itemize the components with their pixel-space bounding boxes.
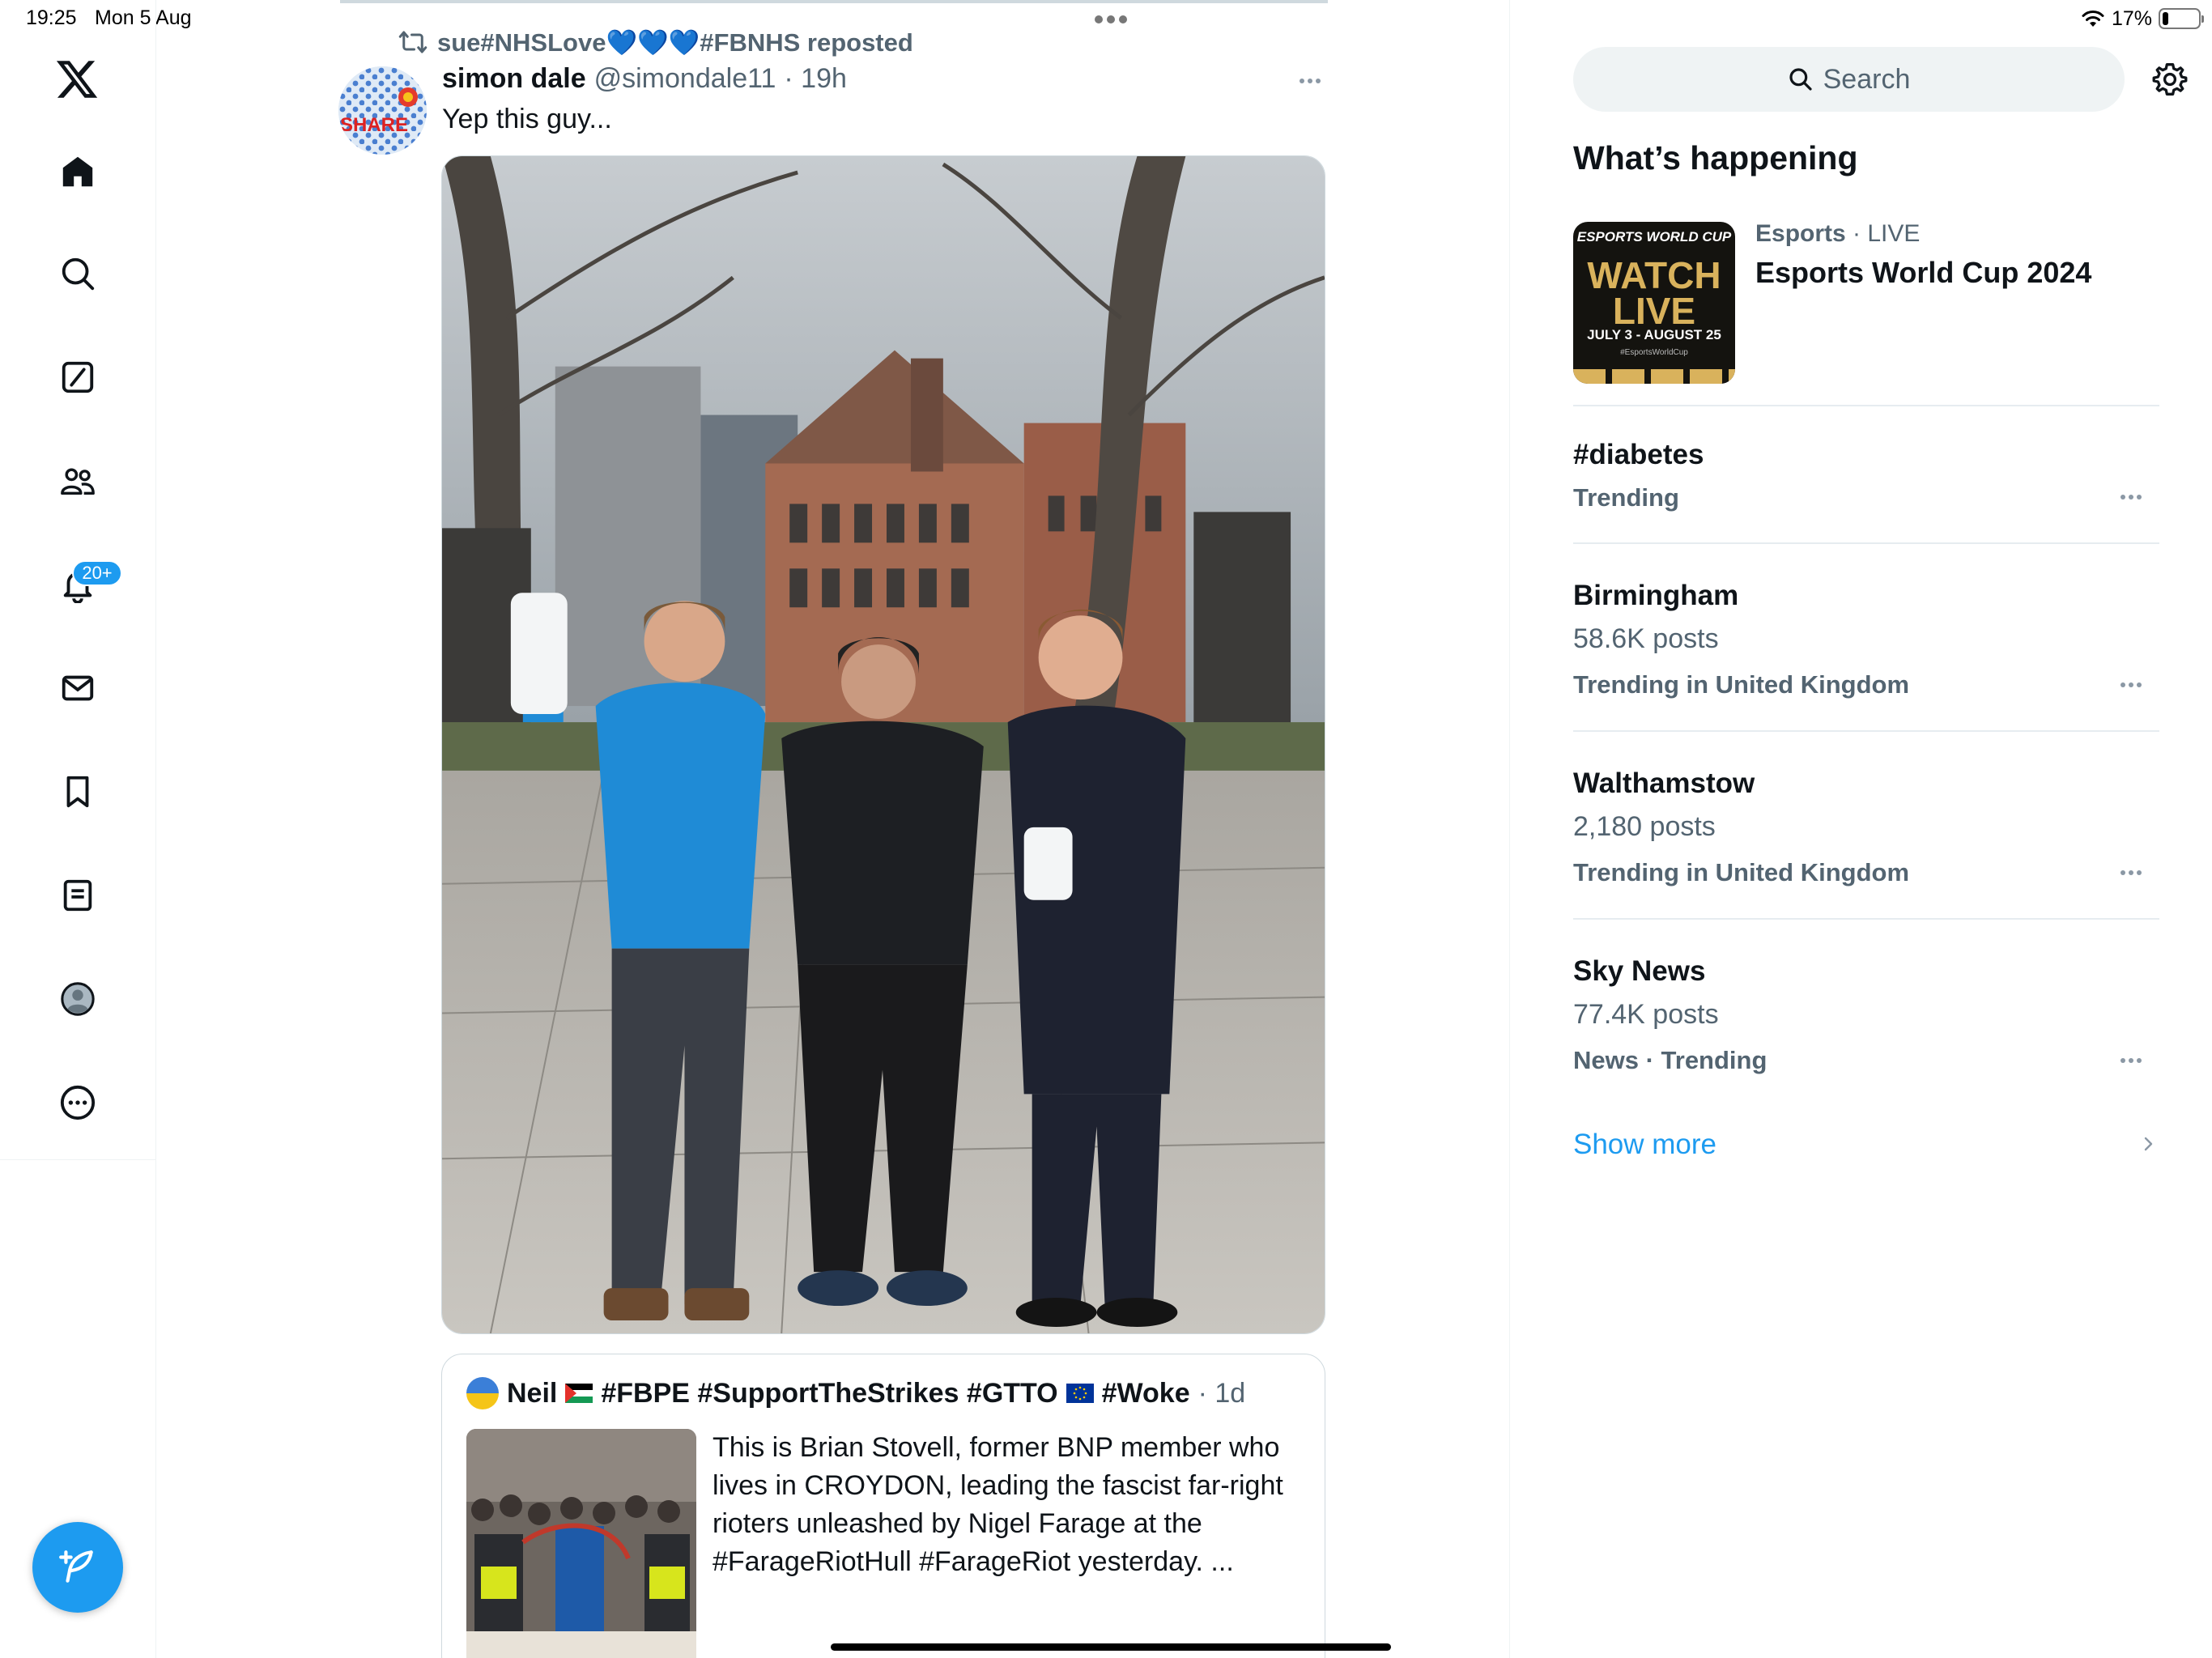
event-thumb-dates: JULY 3 - AUGUST 25 (1587, 327, 1721, 342)
search-input[interactable]: Search (1573, 47, 2125, 112)
event-title[interactable]: Esports World Cup 2024 (1755, 256, 2091, 290)
avatar-image: SHARE (338, 66, 427, 155)
nav-divider (0, 1159, 156, 1160)
quote-thumbnail (466, 1429, 696, 1658)
repost-user: sue#NHSLove (437, 28, 606, 57)
event-thumb-brand: ESPORTS WORLD CUP (1576, 229, 1732, 244)
mail-icon (62, 675, 94, 701)
bookmark-icon (66, 776, 89, 808)
timeline-top-border (340, 0, 1328, 3)
left-nav: 20+ (0, 0, 156, 1658)
trend-posts: 2,180 posts (1573, 811, 1716, 842)
chevron-right-icon (2144, 1137, 2153, 1151)
trend-name[interactable]: Walthamstow (1573, 767, 1755, 800)
event-category: Esports (1755, 220, 1846, 247)
quote-header: Neil #FBPE #SupportTheStrikes #GTTO #Wok… (466, 1375, 1245, 1411)
trend-more-icon[interactable] (2116, 489, 2146, 505)
trend-separator (1573, 730, 2159, 732)
nav-bookmarks[interactable] (45, 759, 110, 824)
profile-icon (61, 982, 95, 1016)
repost-tag: #FBNHS reposted (700, 28, 913, 57)
notifications-badge: 20+ (72, 560, 122, 586)
quote-name-middle: #FBPE #SupportTheStrikes #GTTO (601, 1377, 1058, 1409)
repost-hearts: 💙💙💙 (606, 28, 700, 57)
sidebar-divider (1509, 0, 1510, 1658)
home-indicator[interactable] (831, 1643, 1391, 1651)
nav-explore[interactable] (45, 241, 110, 306)
palestine-flag-icon (565, 1384, 593, 1403)
trend-name[interactable]: #diabetes (1573, 439, 1704, 471)
search-placeholder: Search (1823, 63, 1911, 95)
people-icon (61, 468, 95, 495)
search-icon (1789, 68, 1812, 91)
wifi-icon (2082, 11, 2104, 27)
photo-scene (442, 156, 1325, 1333)
event-thumb-strip (1573, 369, 1735, 384)
author-handle[interactable]: @simondale11 (594, 63, 776, 95)
battery-icon (2159, 8, 2204, 29)
tweet-time[interactable]: · 19h (784, 63, 847, 95)
section-title: What’s happening (1573, 139, 1858, 176)
battery-level (2163, 12, 2168, 25)
nav-home[interactable] (45, 139, 110, 204)
eu-flag-icon (1066, 1384, 1094, 1403)
event-thumb-watch: WATCH LIVE (1587, 254, 1721, 332)
trend-separator (1573, 918, 2159, 920)
show-more-link[interactable]: Show more (1573, 1129, 1716, 1161)
trend-separator (1573, 542, 2159, 544)
nav-communities[interactable] (45, 449, 110, 513)
search-icon (62, 257, 95, 291)
nav-messages[interactable] (45, 656, 110, 721)
repost-context[interactable]: sue#NHSLove💙💙💙#FBNHS reposted (398, 26, 913, 58)
nav-grok[interactable] (45, 345, 110, 410)
more-circle-icon (60, 1085, 96, 1120)
event-meta: Esports · LIVE (1755, 220, 1920, 248)
trend-context: Trending (1573, 483, 1679, 512)
nav-more[interactable] (45, 1070, 110, 1135)
multitasking-dots-icon[interactable] (1091, 10, 1130, 29)
settings-button[interactable] (2152, 62, 2188, 97)
trend-context: News · Trending (1573, 1046, 1767, 1074)
slash-box-icon (62, 361, 94, 393)
home-icon (62, 156, 93, 187)
trend-more-icon[interactable] (2116, 1052, 2146, 1069)
event-status: · LIVE (1853, 220, 1921, 247)
quote-avatar (466, 1377, 499, 1409)
trend-posts: 58.6K posts (1573, 623, 1719, 654)
trend-name[interactable]: Birmingham (1573, 580, 1738, 612)
trend-separator (1573, 405, 2159, 406)
gear-icon (2152, 63, 2188, 96)
quote-thumbnail-scene (466, 1429, 696, 1658)
nav-lists[interactable] (45, 863, 110, 928)
trend-context: Trending in United Kingdom (1573, 670, 1910, 699)
quote-text: This is Brian Stovell, former BNP member… (713, 1432, 1283, 1577)
compose-button[interactable] (32, 1522, 123, 1613)
trend-more-icon[interactable] (2116, 677, 2146, 693)
x-logo-icon[interactable] (53, 57, 100, 102)
trend-posts: 77.4K posts (1573, 999, 1719, 1030)
svg-text:SHARE: SHARE (340, 114, 408, 136)
trend-context: Trending in United Kingdom (1573, 858, 1910, 886)
battery-percent: 17% (2111, 6, 2152, 30)
author-avatar[interactable]: SHARE (338, 66, 427, 155)
feather-plus-icon (59, 1550, 93, 1583)
trend-name[interactable]: Sky News (1573, 955, 1705, 988)
tweet-header: simon dale @simondale11 · 19h (442, 63, 847, 95)
quote-name-prefix: Neil (507, 1377, 558, 1409)
tweet-more-icon[interactable] (1295, 66, 1325, 96)
quote-name-suffix: #Woke (1101, 1377, 1190, 1409)
event-thumbnail[interactable]: ESPORTS WORLD CUP WATCH LIVE JULY 3 - AU… (1573, 222, 1735, 384)
list-icon (63, 879, 92, 912)
event-thumb-tag: #EsportsWorldCup (1620, 348, 1688, 357)
tweet-text: Yep this guy... (442, 104, 612, 134)
tweet-photo[interactable] (441, 155, 1325, 1334)
repost-icon (398, 31, 428, 53)
quoted-tweet[interactable]: Neil #FBPE #SupportTheStrikes #GTTO #Wok… (441, 1354, 1325, 1658)
trend-more-icon[interactable] (2116, 865, 2146, 881)
quote-time: · 1d (1197, 1377, 1246, 1409)
status-indicators: 17% (2081, 6, 2204, 31)
nav-profile[interactable] (45, 967, 110, 1031)
author-name[interactable]: simon dale (442, 63, 586, 95)
